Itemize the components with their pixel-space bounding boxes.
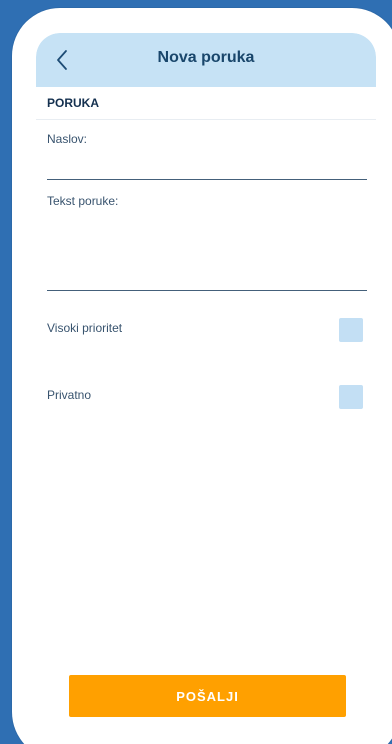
- section-divider: [36, 119, 376, 120]
- page-title: Nova poruka: [157, 49, 255, 66]
- screenshot-stage: Nova poruka PORUKA Naslov: Tekst poruke:…: [0, 0, 392, 744]
- high-priority-checkbox[interactable]: [339, 318, 363, 342]
- subject-label: Naslov:: [47, 132, 88, 146]
- message-body-input[interactable]: [47, 217, 367, 291]
- high-priority-label: Visoki prioritet: [47, 321, 123, 335]
- subject-input[interactable]: [47, 157, 367, 180]
- send-button[interactable]: POŠALJI: [69, 675, 346, 717]
- private-checkbox[interactable]: [339, 385, 363, 409]
- app-header: Nova poruka: [36, 33, 376, 87]
- message-body-label: Tekst poruke:: [47, 194, 119, 208]
- message-screen: Nova poruka PORUKA Naslov: Tekst poruke:…: [36, 33, 376, 723]
- private-label: Privatno: [47, 388, 92, 402]
- message-section-title: PORUKA: [47, 96, 100, 110]
